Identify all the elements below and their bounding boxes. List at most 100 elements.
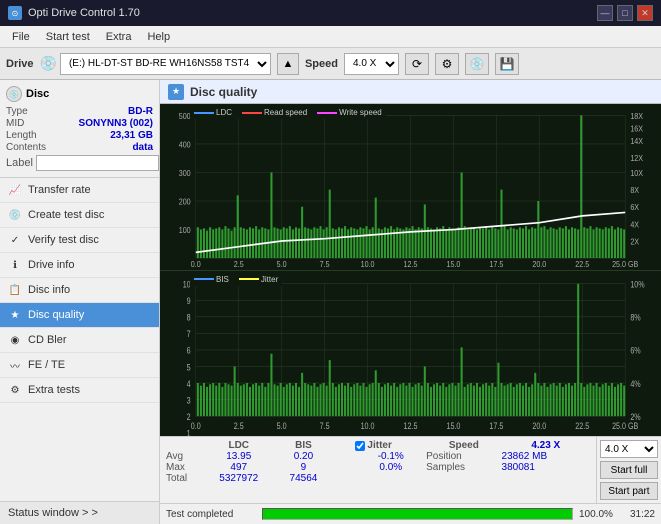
menu-file[interactable]: File	[4, 29, 38, 45]
disc-type-label: Type	[6, 106, 28, 117]
jitter-legend-text: Jitter	[261, 275, 278, 284]
save-button[interactable]: 💾	[495, 53, 519, 75]
sidebar-item-disc-info[interactable]: 📋 Disc info	[0, 278, 159, 303]
jitter-legend-color	[239, 278, 259, 280]
top-chart-svg: 500 400 300 200 100 18X 16X 14X 12X 10X …	[160, 104, 661, 270]
svg-text:25.0 GB: 25.0 GB	[612, 421, 638, 431]
svg-text:7.5: 7.5	[320, 421, 330, 431]
svg-text:10X: 10X	[630, 169, 643, 178]
svg-text:10.0: 10.0	[361, 421, 375, 431]
svg-text:12.5: 12.5	[404, 421, 418, 431]
svg-text:300: 300	[179, 169, 191, 178]
svg-text:2.5: 2.5	[234, 421, 244, 431]
sidebar-item-disc-quality[interactable]: ★ Disc quality	[0, 303, 159, 328]
samples-label: Samples	[426, 462, 501, 473]
bis-col-header: BIS	[277, 440, 331, 451]
progress-label: 100.0%	[579, 509, 614, 520]
start-part-button[interactable]: Start part	[600, 482, 658, 500]
disc-length-row: Length 23,31 GB	[6, 130, 153, 141]
write-speed-legend-text: Write speed	[339, 108, 382, 117]
progress-time: 31:22	[620, 509, 655, 520]
disc-label-input[interactable]	[36, 155, 159, 171]
svg-text:200: 200	[179, 197, 191, 206]
svg-text:6: 6	[187, 346, 191, 356]
status-window-button[interactable]: Status window > >	[0, 501, 159, 524]
maximize-button[interactable]: □	[617, 5, 633, 21]
close-button[interactable]: ✕	[637, 5, 653, 21]
sidebar-label-disc-quality: Disc quality	[28, 309, 84, 321]
read-speed-legend-color	[242, 112, 262, 114]
jitter-checkbox[interactable]	[355, 441, 365, 451]
app-icon: ⊙	[8, 6, 22, 20]
progress-row: Test completed 100.0% 31:22	[160, 504, 661, 524]
disc-quality-header: ★ Disc quality	[160, 80, 661, 104]
total-ldc: 5327972	[201, 473, 277, 484]
max-ldc: 497	[201, 462, 277, 473]
top-chart: LDC Read speed Write speed	[160, 104, 661, 271]
svg-text:5.0: 5.0	[277, 260, 287, 269]
speed-select[interactable]: 4.0 X	[600, 440, 658, 458]
sidebar-label-transfer-rate: Transfer rate	[28, 184, 91, 196]
sidebar-item-transfer-rate[interactable]: 📈 Transfer rate	[0, 178, 159, 203]
ldc-col-header: LDC	[201, 440, 277, 451]
stats-row: LDC BIS Jitter Speed 4.23 X	[160, 437, 661, 504]
svg-text:17.5: 17.5	[489, 421, 503, 431]
drive-select[interactable]: (E:) HL-DT-ST BD-RE WH16NS58 TST4	[60, 53, 271, 75]
max-jitter: 0.0%	[355, 462, 426, 473]
jitter-col-header: Jitter	[355, 440, 426, 451]
sidebar-item-create-test-disc[interactable]: 💿 Create test disc	[0, 203, 159, 228]
menu-extra[interactable]: Extra	[98, 29, 140, 45]
settings-button[interactable]: ⚙	[435, 53, 459, 75]
jitter-label: Jitter	[367, 440, 391, 451]
svg-text:5.0: 5.0	[277, 421, 287, 431]
svg-text:100: 100	[179, 226, 191, 235]
svg-text:500: 500	[179, 111, 191, 120]
disc-label-key: Label	[6, 157, 33, 169]
ldc-legend-text: LDC	[216, 108, 232, 117]
start-full-button[interactable]: Start full	[600, 461, 658, 479]
svg-text:22.5: 22.5	[575, 421, 589, 431]
drive-info-icon: ℹ	[8, 258, 22, 272]
sidebar-item-drive-info[interactable]: ℹ Drive info	[0, 253, 159, 278]
bottom-panel: LDC BIS Jitter Speed 4.23 X	[160, 436, 661, 524]
disc-button[interactable]: 💿	[465, 53, 489, 75]
extra-tests-icon: ⚙	[8, 383, 22, 397]
svg-text:4: 4	[187, 379, 191, 389]
stats-total-row: Total 5327972 74564	[166, 473, 590, 484]
charts-container: LDC Read speed Write speed	[160, 104, 661, 436]
svg-text:3: 3	[187, 395, 191, 405]
disc-length-label: Length	[6, 130, 37, 141]
svg-text:8%: 8%	[630, 312, 640, 322]
minimize-button[interactable]: —	[597, 5, 613, 21]
speed-select[interactable]: 4.0 X	[344, 53, 399, 75]
svg-text:8X: 8X	[630, 186, 639, 195]
disc-mid-row: MID SONYNN3 (002)	[6, 118, 153, 129]
disc-length-value: 23,31 GB	[110, 130, 153, 141]
drive-icon: 💿	[40, 55, 57, 72]
bottom-chart-legend: BIS Jitter	[190, 273, 282, 286]
stats-header-row: LDC BIS Jitter Speed 4.23 X	[166, 440, 590, 451]
svg-text:0.0: 0.0	[191, 421, 201, 431]
progress-bar-fill	[263, 509, 572, 519]
ldc-legend: LDC	[194, 108, 232, 117]
refresh-button[interactable]: ⟳	[405, 53, 429, 75]
svg-text:20.0: 20.0	[532, 260, 546, 269]
verify-test-disc-icon: ✓	[8, 233, 22, 247]
sidebar-label-fe-te: FE / TE	[28, 359, 65, 371]
eject-button[interactable]: ▲	[277, 53, 299, 75]
sidebar-item-extra-tests[interactable]: ⚙ Extra tests	[0, 378, 159, 403]
svg-text:10.0: 10.0	[361, 260, 375, 269]
sidebar-item-verify-test-disc[interactable]: ✓ Verify test disc	[0, 228, 159, 253]
svg-text:16X: 16X	[630, 124, 643, 133]
sidebar-item-cd-bler[interactable]: ◉ CD Bler	[0, 328, 159, 353]
menu-help[interactable]: Help	[139, 29, 178, 45]
disc-info-icon: 📋	[8, 283, 22, 297]
sidebar-label-create-test-disc: Create test disc	[28, 209, 104, 221]
menu-start-test[interactable]: Start test	[38, 29, 98, 45]
svg-text:8: 8	[187, 312, 191, 322]
avg-bis: 0.20	[277, 451, 331, 462]
sidebar-label-verify-test-disc: Verify test disc	[28, 234, 99, 246]
disc-type-row: Type BD-R	[6, 106, 153, 117]
svg-text:9: 9	[187, 296, 191, 306]
sidebar-item-fe-te[interactable]: 〰 FE / TE	[0, 353, 159, 378]
